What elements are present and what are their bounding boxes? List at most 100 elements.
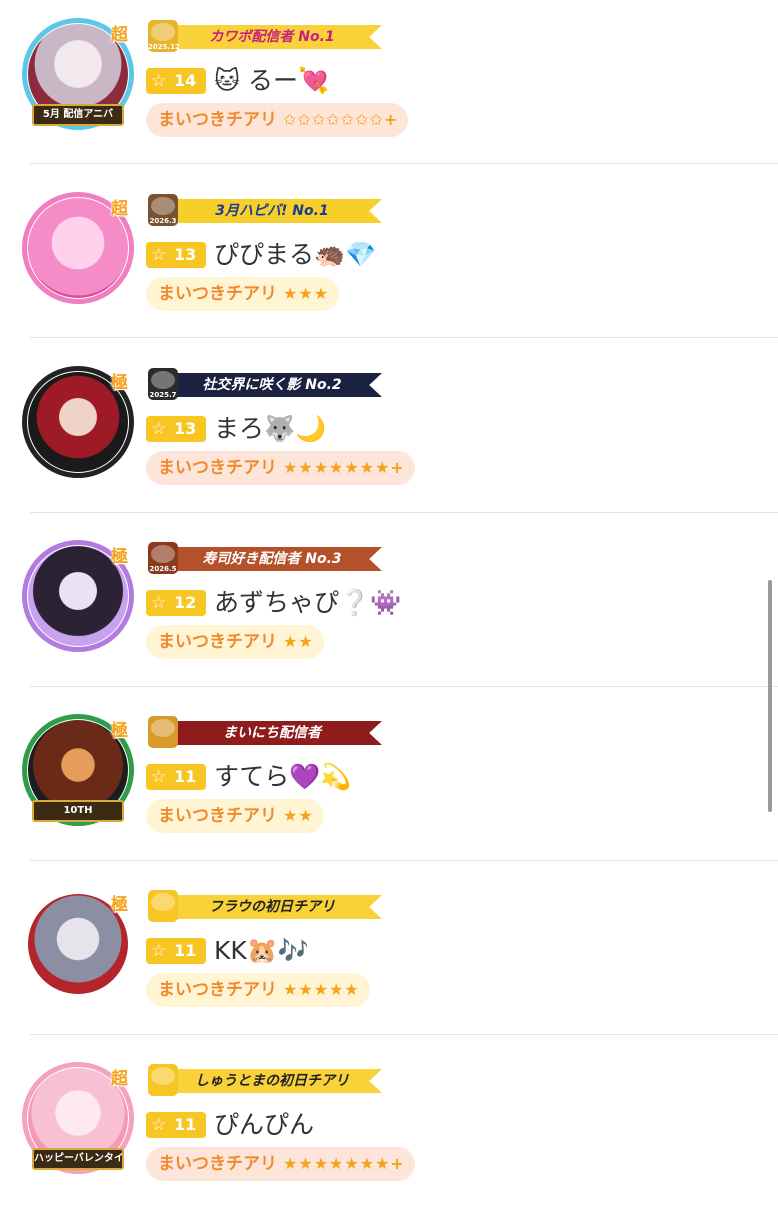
star-outline-icon: ☆ [151, 941, 167, 961]
cheer-badge: まいつきチアリ ★★★★★★★+ [146, 451, 415, 485]
avatar-caption: ハッピーバレンタイン [32, 1148, 124, 1170]
username[interactable]: ぴんぴん [214, 1108, 314, 1142]
avatar[interactable]: 極 [22, 888, 134, 1000]
level-number: 14 [174, 71, 197, 90]
avatar[interactable]: 超 ハッピーバレンタイン [22, 1062, 134, 1174]
cheer-label: まいつきチアリ [158, 980, 277, 1000]
level-badge: ☆ 11 [146, 764, 206, 790]
sushi-icon: 2026.5 [148, 542, 178, 574]
cheer-stars: ★★★ [283, 284, 330, 303]
cheer-stars: ★★ [283, 806, 314, 825]
cheer-label: まいつきチアリ [158, 458, 277, 478]
cheer-badge: まいつきチアリ ✩✩✩✩✩✩✩+ [146, 103, 409, 137]
rank-mark: 超 [111, 25, 128, 45]
level-badge: ☆ 11 [146, 1112, 206, 1138]
wheat-medal-icon: 2025.7 [148, 368, 178, 400]
banner-date: 2025.12 [148, 43, 180, 51]
banner-title: フラウの初日チアリ [209, 899, 335, 915]
row-divider [30, 163, 778, 164]
level-number: 11 [174, 767, 197, 786]
level-badge: ☆ 14 [146, 68, 206, 94]
supporter-row[interactable]: 超 ハッピーバレンタイン しゅうとまの初日チアリ ☆ 11 ぴんぴん まいつきチ… [0, 1044, 778, 1218]
supporter-row[interactable]: 超 3月ハピバ! No.1 2026.3 ☆ 13 ぴぴまる🦔💎 まいつきチアリ… [0, 174, 778, 348]
title-banner[interactable]: しゅうとまの初日チアリ [148, 1064, 382, 1096]
gold-medal-icon: 2025.12 [148, 20, 180, 52]
username[interactable]: 🐱 るー💘 [214, 64, 329, 98]
username[interactable]: KK🐹🎶 [214, 934, 309, 968]
level-number: 11 [174, 1115, 197, 1134]
avatar-caption: 10TH [32, 800, 124, 822]
level-badge: ☆ 13 [146, 416, 206, 442]
title-banner[interactable]: まいにち配信者 [148, 716, 382, 748]
avatar[interactable]: 極 [22, 540, 134, 652]
level-number: 13 [174, 245, 197, 264]
row-divider [30, 512, 778, 513]
level-number: 12 [174, 593, 197, 612]
star-outline-icon: ☆ [151, 593, 167, 613]
avatar[interactable]: 極 10TH [22, 714, 134, 826]
banner-title: まいにち配信者 [223, 725, 321, 741]
level-badge: ☆ 11 [146, 938, 206, 964]
banner-title: しゅうとまの初日チアリ [195, 1073, 349, 1089]
banner-date: 2026.5 [149, 565, 177, 573]
row-divider [30, 686, 778, 687]
rank-mark: 極 [111, 895, 128, 915]
star-outline-icon: ☆ [151, 245, 167, 265]
cheer-stars: ✩✩✩✩✩✩✩+ [283, 110, 399, 129]
cheer-badge: まいつきチアリ ★★★★★ [146, 973, 370, 1007]
scrollbar[interactable] [768, 580, 772, 812]
star-outline-icon: ☆ [151, 1115, 167, 1135]
avatar[interactable]: 超 [22, 192, 134, 304]
cheer-stars: ★★★★★★★+ [283, 458, 405, 477]
row-divider [30, 860, 778, 861]
star-outline-icon: ☆ [151, 767, 167, 787]
level-badge: ☆ 13 [146, 242, 206, 268]
level-number: 13 [174, 419, 197, 438]
supporter-row[interactable]: 超 5月 配信アニバ カワボ配信者 No.1 2025.12 ☆ 14 🐱 るー… [0, 0, 778, 174]
banner-title: 社交界に咲く影 No.2 [202, 377, 342, 393]
supporter-row[interactable]: 極 社交界に咲く影 No.2 2025.7 ☆ 13 まろ🐺🌙 まいつきチアリ ★… [0, 348, 778, 522]
rank-mark: 超 [111, 199, 128, 219]
username[interactable]: まろ🐺🌙 [214, 412, 326, 446]
cake-icon: 2026.3 [148, 194, 178, 226]
level-badge: ☆ 12 [146, 590, 206, 616]
kiwami-icon [148, 716, 178, 748]
avatar[interactable]: 超 5月 配信アニバ [22, 18, 134, 130]
username[interactable]: すてら💜💫 [214, 760, 352, 794]
title-banner[interactable]: 寿司好き配信者 No.3 2026.5 [148, 542, 382, 574]
title-banner[interactable]: 3月ハピバ! No.1 2026.3 [148, 194, 382, 226]
rank-mark: 極 [111, 721, 128, 741]
cheer-stars: ★★★★★ [283, 980, 360, 999]
supporter-row[interactable]: 極 フラウの初日チアリ ☆ 11 KK🐹🎶 まいつきチアリ ★★★★★ [0, 870, 778, 1044]
title-banner[interactable]: カワボ配信者 No.1 2025.12 [148, 20, 382, 52]
banner-title: カワボ配信者 No.1 [209, 29, 335, 45]
banner-date: 2026.3 [149, 217, 177, 225]
username[interactable]: あずちゃぴ❔👾 [214, 586, 401, 620]
supporter-row[interactable]: 極 寿司好き配信者 No.3 2026.5 ☆ 12 あずちゃぴ❔👾 まいつきチ… [0, 522, 778, 696]
title-banner[interactable]: フラウの初日チアリ [148, 890, 382, 922]
cheer-badge: まいつきチアリ ★★★★★★★+ [146, 1147, 415, 1181]
row-divider [30, 1034, 778, 1035]
cheer-label: まいつきチアリ [158, 110, 277, 130]
rank-mark: 極 [111, 547, 128, 567]
cheer-stars: ★★ [283, 632, 314, 651]
star-outline-icon: ☆ [151, 419, 167, 439]
cheer-badge: まいつきチアリ ★★★ [146, 277, 340, 311]
cheer-label: まいつきチアリ [158, 632, 277, 652]
row-divider [30, 337, 778, 338]
title-banner[interactable]: 社交界に咲く影 No.2 2025.7 [148, 368, 382, 400]
cheer-badge: まいつきチアリ ★★ [146, 625, 324, 659]
rank-mark: 超 [111, 1069, 128, 1089]
cheer-label: まいつきチアリ [158, 284, 277, 304]
level-number: 11 [174, 941, 197, 960]
supporter-row[interactable]: 極 10TH まいにち配信者 ☆ 11 すてら💜💫 まいつきチアリ ★★ [0, 696, 778, 870]
banner-date: 2025.7 [149, 391, 177, 399]
star-outline-icon: ☆ [151, 71, 167, 91]
star-badge-icon [148, 1064, 178, 1096]
banner-title: 寿司好き配信者 No.3 [202, 551, 342, 567]
cheer-label: まいつきチアリ [158, 806, 277, 826]
avatar[interactable]: 極 [22, 366, 134, 478]
username[interactable]: ぴぴまる🦔💎 [214, 238, 376, 272]
rank-mark: 極 [111, 373, 128, 393]
cheer-label: まいつきチアリ [158, 1154, 277, 1174]
